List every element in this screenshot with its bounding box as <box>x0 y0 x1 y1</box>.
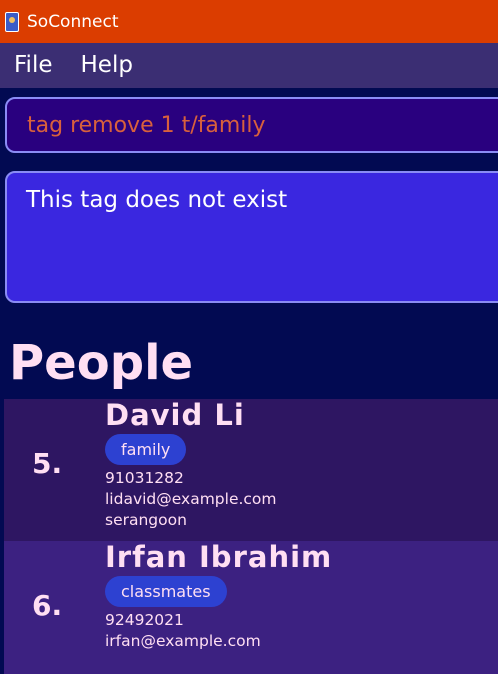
person-address: serangoon <box>105 511 187 529</box>
person-email: lidavid@example.com <box>105 490 277 508</box>
menu-bar: File Help <box>0 43 498 88</box>
menu-help[interactable]: Help <box>67 43 147 88</box>
window-title: SoConnect <box>27 11 119 32</box>
person-index: 5. <box>32 447 63 480</box>
person-tag: family <box>105 434 187 465</box>
person-card[interactable]: 5. David Li family 91031282 lidavid@exam… <box>4 399 498 541</box>
person-card[interactable]: 6. Irfan Ibrahim classmates 92492021 irf… <box>4 541 498 674</box>
command-input[interactable] <box>7 111 489 139</box>
person-phone: 92492021 <box>105 611 184 629</box>
person-phone: 91031282 <box>105 469 184 487</box>
person-name: Irfan Ibrahim <box>105 540 333 574</box>
person-list[interactable]: 5. David Li family 91031282 lidavid@exam… <box>4 399 498 674</box>
person-tag: classmates <box>105 576 227 607</box>
result-message: This tag does not exist <box>26 187 288 213</box>
people-heading: People <box>9 335 194 391</box>
window-titlebar: SoConnect <box>0 0 498 43</box>
person-details: Irfan Ibrahim classmates 92492021 irfan@… <box>105 541 332 652</box>
person-details: David Li family 91031282 lidavid@example… <box>105 399 277 531</box>
person-name: David Li <box>105 399 245 432</box>
command-box <box>5 97 498 153</box>
result-display: This tag does not exist <box>5 171 498 303</box>
person-email: irfan@example.com <box>105 632 261 650</box>
app-icon <box>5 11 19 32</box>
person-index: 6. <box>32 589 63 622</box>
menu-file[interactable]: File <box>0 43 67 88</box>
